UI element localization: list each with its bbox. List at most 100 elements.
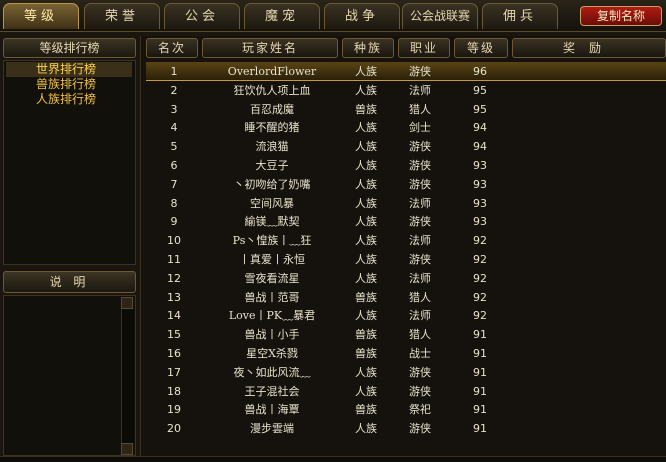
tab-honor[interactable]: 荣誉 [84, 3, 160, 29]
header-player-name: 玩家姓名 [202, 38, 338, 58]
copy-name-button[interactable]: 复制名称 [580, 6, 662, 26]
race-cell: 兽族 [355, 328, 377, 342]
tab-mercenary[interactable]: 佣兵 [482, 3, 558, 29]
table-row[interactable]: 14 Love丨PK﹏暴君 人族 法师 92 [146, 306, 666, 325]
race-cell: 兽族 [355, 290, 377, 304]
race-cell: 人族 [355, 121, 377, 135]
description-title: 说 明 [3, 271, 136, 293]
table-row[interactable]: 13 兽战丨范哥 兽族 猎人 92 [146, 288, 666, 307]
table-row[interactable]: 7 丶初吻给了奶嘴 人族 游侠 93 [146, 175, 666, 194]
level-cell: 94 [473, 121, 487, 135]
tab-guild-war-league[interactable]: 公会战联赛 [402, 3, 478, 29]
level-cell: 92 [473, 271, 487, 285]
player-name-cell: Ps丶惶族丨﹏狂 [232, 234, 312, 248]
level-cell: 93 [473, 215, 487, 229]
table-row[interactable]: 6 大豆子 人族 游侠 93 [146, 156, 666, 175]
job-cell: 法师 [409, 83, 431, 97]
race-cell: 人族 [355, 83, 377, 97]
job-cell: 法师 [409, 196, 431, 210]
table-row[interactable]: 19 兽战丨海覃 兽族 祭祀 91 [146, 400, 666, 419]
sidebar-item-human[interactable]: 人族排行榜 [6, 92, 132, 107]
race-cell: 人族 [355, 177, 377, 191]
player-name-cell: OverlordFlower [227, 65, 317, 78]
rank-cell: 1 [170, 65, 178, 78]
level-cell: 92 [473, 309, 487, 323]
rank-cell: 14 [167, 309, 181, 323]
job-cell: 游侠 [409, 384, 431, 398]
race-cell: 兽族 [355, 102, 377, 116]
level-cell: 95 [473, 102, 487, 116]
rank-cell: 5 [170, 140, 178, 154]
rank-cell: 6 [170, 159, 178, 172]
player-name-cell: 兽战丨海覃 [244, 403, 300, 417]
table-row[interactable]: 8 空间风暴 人族 法师 93 [146, 194, 666, 213]
player-name-cell: 王子混社会 [244, 384, 300, 398]
table-row[interactable]: 16 星空X杀戮 兽族 战士 91 [146, 344, 666, 363]
rank-cell: 15 [167, 328, 181, 342]
player-name-cell: 大豆子 [255, 159, 289, 172]
race-cell: 兽族 [355, 347, 377, 360]
table-row[interactable]: 4 睡不醒的猪 人族 剑士 94 [146, 118, 666, 137]
table-row[interactable]: 9 緰镁﹏默契 人族 游侠 93 [146, 212, 666, 231]
table-row[interactable]: 20 漫步雲端 人族 游侠 91 [146, 419, 666, 438]
race-cell: 人族 [355, 422, 377, 436]
player-name-cell: Love丨PK﹏暴君 [228, 309, 316, 323]
race-cell: 人族 [355, 159, 377, 172]
player-name-cell: 丶初吻给了奶嘴 [233, 177, 311, 191]
job-cell: 游侠 [409, 140, 431, 154]
table-row[interactable]: 17 夜丶如此风流﹏ 人族 游侠 91 [146, 363, 666, 382]
bottom-border [0, 456, 666, 462]
rank-cell: 3 [170, 102, 178, 116]
job-cell: 法师 [409, 309, 431, 323]
job-cell: 法师 [409, 234, 431, 248]
sidebar-title: 等级排行榜 [3, 38, 136, 58]
rank-cell: 16 [167, 347, 181, 360]
sidebar-item-world[interactable]: 世界排行榜 [6, 62, 132, 77]
player-name-cell: 流浪猫 [255, 140, 289, 154]
player-name-cell: 丨真爱丨永恒 [239, 253, 305, 266]
tab-bar: 等级 荣誉 公会 魔宠 战争 公会战联赛 佣兵 复制名称 [0, 0, 666, 32]
tab-war[interactable]: 战争 [324, 3, 400, 29]
table-row[interactable]: 2 狂饮仇人项上血 人族 法师 95 [146, 81, 666, 100]
race-cell: 人族 [355, 271, 377, 285]
player-name-cell: 兽战丨范哥 [244, 290, 300, 304]
player-name-cell: 漫步雲端 [250, 422, 294, 436]
scroll-up-button[interactable] [121, 297, 133, 309]
table-row[interactable]: 18 王子混社会 人族 游侠 91 [146, 382, 666, 401]
level-cell: 93 [473, 159, 487, 172]
rank-cell: 17 [167, 365, 181, 379]
job-cell: 猎人 [409, 102, 431, 116]
player-name-cell: 睡不醒的猪 [244, 121, 300, 135]
race-cell: 人族 [355, 309, 377, 323]
rank-cell: 13 [167, 290, 181, 304]
race-cell: 人族 [355, 253, 377, 266]
rank-cell: 9 [170, 215, 178, 229]
description-scrollbar[interactable] [121, 310, 134, 443]
race-cell: 人族 [355, 384, 377, 398]
tab-level[interactable]: 等级 [3, 3, 79, 29]
table-row[interactable]: 10 Ps丶惶族丨﹏狂 人族 法师 92 [146, 231, 666, 250]
job-cell: 游侠 [409, 159, 431, 172]
rank-cell: 2 [170, 83, 178, 97]
table-row[interactable]: 5 流浪猫 人族 游侠 94 [146, 137, 666, 156]
tab-guild[interactable]: 公会 [164, 3, 240, 29]
level-cell: 91 [473, 328, 487, 342]
table-row[interactable]: 11 丨真爱丨永恒 人族 游侠 92 [146, 250, 666, 269]
level-cell: 93 [473, 196, 487, 210]
sidebar-item-beast[interactable]: 兽族排行榜 [6, 77, 132, 92]
race-cell: 人族 [355, 215, 377, 229]
rank-cell: 11 [167, 253, 181, 266]
player-name-cell: 狂饮仇人项上血 [233, 83, 311, 97]
tab-pet[interactable]: 魔宠 [244, 3, 320, 29]
table-row[interactable]: 1 OverlordFlower 人族 游侠 96 [146, 62, 666, 81]
header-rank: 名次 [146, 38, 198, 58]
table-row[interactable]: 15 兽战丨小手 兽族 猎人 91 [146, 325, 666, 344]
table-row[interactable]: 12 雪夜看流星 人族 法师 92 [146, 269, 666, 288]
scroll-down-button[interactable] [121, 443, 133, 455]
job-cell: 法师 [409, 271, 431, 285]
table-row[interactable]: 3 百忍成魔 兽族 猎人 95 [146, 100, 666, 119]
race-cell: 兽族 [355, 403, 377, 417]
player-name-cell: 緰镁﹏默契 [244, 215, 300, 229]
rank-cell: 20 [167, 422, 181, 436]
level-cell: 91 [473, 347, 487, 360]
